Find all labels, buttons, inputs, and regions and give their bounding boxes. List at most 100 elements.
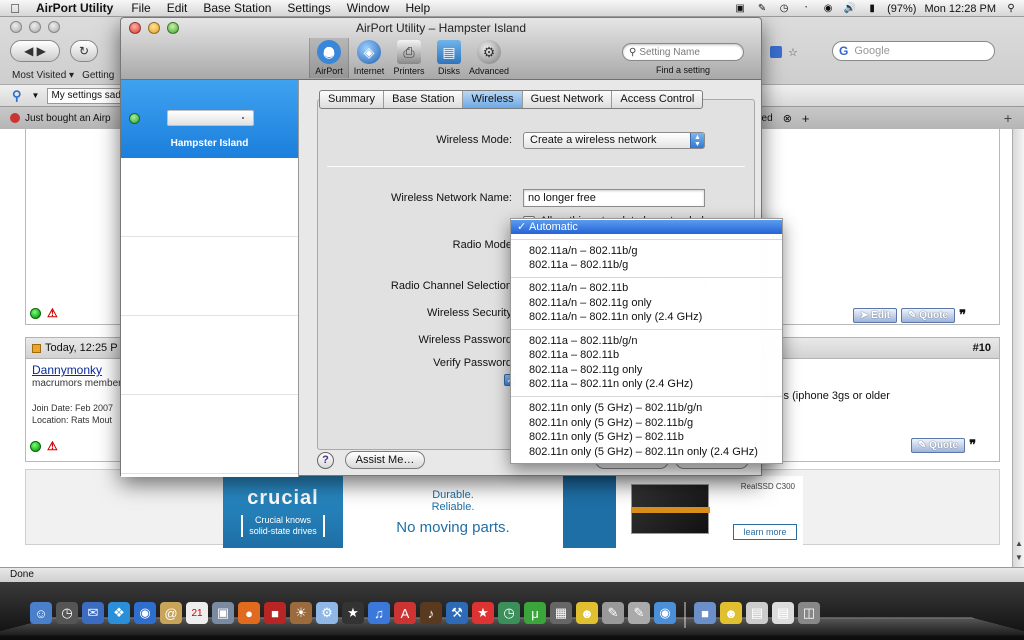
toolbar-search-icon[interactable]: ⚲ bbox=[12, 88, 22, 104]
duck-app-icon[interactable]: ☻ bbox=[576, 602, 598, 624]
preview-icon[interactable]: ▣ bbox=[212, 602, 234, 624]
adium-icon[interactable]: ☻ bbox=[720, 602, 742, 624]
browser-minimize-button[interactable] bbox=[29, 21, 41, 33]
help-button[interactable]: ? bbox=[317, 452, 334, 469]
ad-learn-more-button[interactable]: learn more bbox=[733, 524, 797, 540]
ical-icon[interactable]: 21 bbox=[186, 602, 208, 624]
radio-mode-option[interactable]: 802.11a – 802.11g only bbox=[511, 363, 782, 377]
browser-close-button[interactable] bbox=[10, 21, 22, 33]
radio-mode-option[interactable]: 802.11n only (5 GHz) – 802.11b bbox=[511, 430, 782, 444]
spotlight-icon[interactable]: ⚲ bbox=[1004, 3, 1018, 15]
radio-mode-option-automatic[interactable]: ✓ Automatic bbox=[511, 220, 782, 234]
tab-summary[interactable]: Summary bbox=[320, 91, 385, 108]
edit-post-button[interactable]: ➤ Edit bbox=[853, 307, 898, 323]
toolbar-printers-button[interactable]: ⎙ Printers bbox=[389, 38, 429, 78]
radio-mode-option[interactable]: 802.11a – 802.11n only (2.4 GHz) bbox=[511, 377, 782, 391]
setting-search-input[interactable]: ⚲ Setting Name bbox=[622, 43, 744, 61]
tab-base-station[interactable]: Base Station bbox=[384, 91, 464, 108]
volume-icon[interactable]: 🔊 bbox=[843, 3, 857, 15]
ichat-icon[interactable]: ◉ bbox=[134, 602, 156, 624]
report-post-icon-2[interactable]: ⚠ bbox=[47, 439, 58, 453]
applications-folder-icon[interactable]: ■ bbox=[694, 602, 716, 624]
report-post-icon[interactable]: ⚠ bbox=[47, 306, 58, 320]
scroll-down-icon[interactable]: ▼ bbox=[1014, 553, 1024, 565]
scroll-up-icon[interactable]: ▲ bbox=[1014, 539, 1024, 551]
google-search-input[interactable]: G Google bbox=[832, 41, 995, 61]
post-username[interactable]: Dannymonky bbox=[32, 363, 102, 377]
radio-mode-option[interactable]: 802.11a – 802.11b/g/n bbox=[511, 334, 782, 348]
gimp-icon[interactable]: ✎ bbox=[602, 602, 624, 624]
radio-mode-option[interactable]: 802.11a/n – 802.11g only bbox=[511, 296, 782, 310]
radio-mode-option[interactable]: 802.11a/n – 802.11b bbox=[511, 281, 782, 295]
bookmark-star-icon[interactable]: ☆ bbox=[788, 46, 798, 59]
menu-window[interactable]: Window bbox=[339, 1, 398, 15]
bookmark-most-visited[interactable]: Most Visited ▾ bbox=[12, 70, 74, 81]
pen-icon[interactable]: ✎ bbox=[755, 3, 769, 15]
trash-icon[interactable]: ◫ bbox=[798, 602, 820, 624]
safari-icon[interactable]: ❖ bbox=[108, 602, 130, 624]
back-forward-button[interactable]: ◀ ▶ bbox=[10, 40, 60, 62]
add-tab-button[interactable]: + bbox=[1000, 110, 1016, 126]
acrobat-icon[interactable]: A bbox=[394, 602, 416, 624]
toolbar-advanced-button[interactable]: ⚙ Advanced bbox=[469, 38, 509, 78]
menu-help[interactable]: Help bbox=[397, 1, 438, 15]
photo-booth-icon[interactable]: ■ bbox=[264, 602, 286, 624]
script-editor-icon[interactable]: ✎ bbox=[628, 602, 650, 624]
rss-icon[interactable] bbox=[770, 46, 782, 58]
menu-settings[interactable]: Settings bbox=[279, 1, 338, 15]
airport-dock-icon[interactable]: ◉ bbox=[654, 602, 676, 624]
documents-stack-icon[interactable]: ▤ bbox=[746, 602, 768, 624]
browser-zoom-button[interactable] bbox=[48, 21, 60, 33]
apple-logo-icon[interactable]:  bbox=[0, 1, 30, 16]
address-book-icon[interactable]: @ bbox=[160, 602, 182, 624]
xcode-icon[interactable]: ⚒ bbox=[446, 602, 468, 624]
system-prefs-icon[interactable]: ⚙ bbox=[316, 602, 338, 624]
toolbar-dropdown-icon[interactable]: ▼ bbox=[32, 91, 40, 100]
star-app-icon[interactable]: ★ bbox=[472, 602, 494, 624]
menu-file[interactable]: File bbox=[123, 1, 158, 15]
calculator-icon[interactable]: ▦ bbox=[550, 602, 572, 624]
browser-tab-left[interactable]: Just bought an Airp bbox=[10, 113, 111, 124]
menu-edit[interactable]: Edit bbox=[159, 1, 196, 15]
menu-base-station[interactable]: Base Station bbox=[195, 1, 279, 15]
toolbar-disks-button[interactable]: ▤ Disks bbox=[429, 38, 469, 78]
reload-button[interactable]: ↻ bbox=[70, 40, 98, 62]
downloads-stack-icon[interactable]: ▤ bbox=[772, 602, 794, 624]
assist-me-button[interactable]: Assist Me… bbox=[345, 451, 425, 469]
tab-wireless[interactable]: Wireless bbox=[463, 91, 523, 108]
radio-mode-option[interactable]: 802.11n only (5 GHz) – 802.11b/g/n bbox=[511, 401, 782, 415]
iphoto-icon[interactable]: ☀ bbox=[290, 602, 312, 624]
utorrent-icon[interactable]: μ bbox=[524, 602, 546, 624]
crucial-ad-banner[interactable]: crucial Crucial knows solid-state drives… bbox=[223, 476, 803, 548]
browser-tab-right[interactable]: eed ⊗ + bbox=[756, 110, 810, 127]
radio-mode-option[interactable]: 802.11a/n – 802.11b/g bbox=[511, 244, 782, 258]
bookmark-getting[interactable]: Getting bbox=[82, 70, 114, 81]
multi-quote-icon[interactable]: ❞ bbox=[959, 307, 966, 323]
tab-close-icon[interactable]: ⊗ bbox=[783, 112, 792, 125]
quote-post-button-2[interactable]: ✎ Quote bbox=[911, 437, 966, 453]
toolbar-internet-button[interactable]: ◈ Internet bbox=[349, 38, 389, 78]
menubar-clock[interactable]: Mon 12:28 PM bbox=[924, 3, 996, 15]
radio-mode-option[interactable]: 802.11n only (5 GHz) – 802.11b/g bbox=[511, 416, 782, 430]
radio-mode-option[interactable]: 802.11a/n – 802.11n only (2.4 GHz) bbox=[511, 310, 782, 324]
sidebar-item-hampster-island[interactable]: Hampster Island bbox=[121, 80, 298, 158]
toolbar-airport-button[interactable]: ◉ AirPort bbox=[309, 38, 349, 78]
network-name-field[interactable]: no longer free bbox=[523, 189, 705, 207]
imovie-icon[interactable]: ★ bbox=[342, 602, 364, 624]
time-machine-icon[interactable]: ◷ bbox=[777, 3, 791, 15]
tab-access-control[interactable]: Access Control bbox=[612, 91, 702, 108]
script-icon[interactable]: ▣ bbox=[733, 3, 747, 15]
firefox-icon[interactable]: ● bbox=[238, 602, 260, 624]
bluetooth-icon[interactable]: ᛫ bbox=[799, 3, 813, 15]
new-tab-icon[interactable]: + bbox=[802, 111, 810, 126]
wifi-icon[interactable]: ◉ bbox=[821, 3, 835, 15]
post-number[interactable]: #10 bbox=[973, 342, 991, 354]
mail-icon[interactable]: ✉ bbox=[82, 602, 104, 624]
garageband-icon[interactable]: ♪ bbox=[420, 602, 442, 624]
dashboard-icon[interactable]: ◷ bbox=[56, 602, 78, 624]
menu-app-name[interactable]: AirPort Utility bbox=[30, 1, 123, 15]
radio-mode-option[interactable]: 802.11a – 802.11b bbox=[511, 348, 782, 362]
quote-post-button[interactable]: ✎ Quote bbox=[901, 307, 956, 323]
page-scrollbar[interactable]: ▲ ▼ bbox=[1012, 129, 1024, 567]
wireless-mode-popup[interactable]: Create a wireless network ▲ ▼ bbox=[523, 132, 705, 149]
